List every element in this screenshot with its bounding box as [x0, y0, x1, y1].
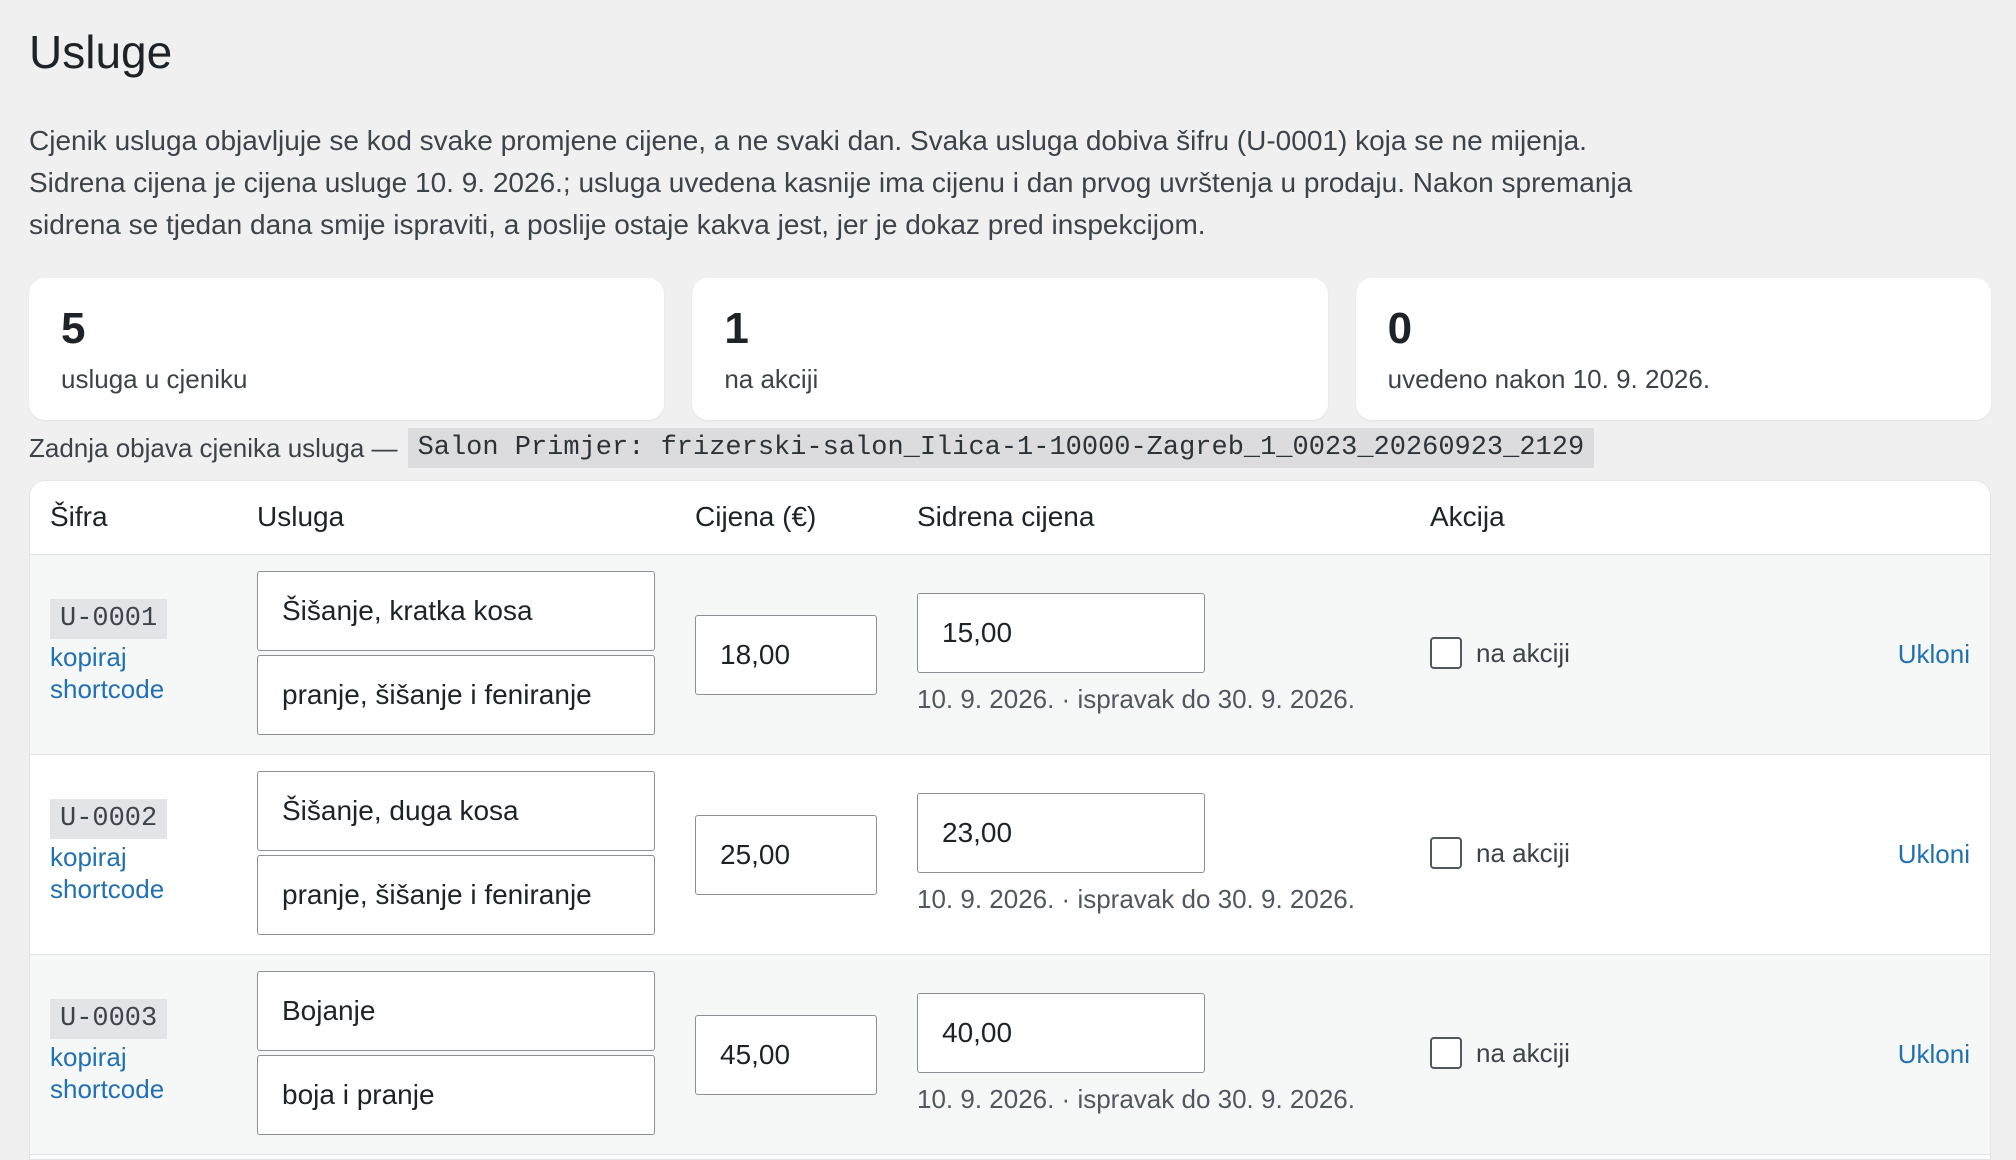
stat-card-promo: 1 na akciji	[692, 278, 1328, 420]
anchor-price-input[interactable]: 15,00	[917, 593, 1205, 673]
service-code: U-0001	[50, 599, 168, 639]
remove-link[interactable]: Ukloni	[1898, 1039, 1970, 1070]
table-row: U-0001 kopiraj shortcode Šišanje, kratka…	[30, 555, 1990, 755]
anchor-price-input[interactable]: 40,00	[917, 993, 1205, 1073]
price-input[interactable]: 45,00	[695, 1015, 877, 1095]
service-description-input[interactable]: boja i pranje	[257, 1055, 655, 1135]
promo-label: na akciji	[1476, 837, 1570, 868]
service-name-input[interactable]: Šišanje, kratka kosa	[257, 571, 655, 651]
column-header-anchor: Sidrena cijena	[917, 501, 1095, 532]
service-name-input[interactable]: Bojanje	[257, 971, 655, 1051]
stat-card-introduced: 0 uvedeno nakon 10. 9. 2026.	[1355, 278, 1991, 420]
copy-shortcode-link[interactable]: kopiraj shortcode	[50, 1041, 200, 1105]
intro-text: Cjenik usluga objavljuje se kod svake pr…	[29, 120, 1729, 246]
promo-toggle[interactable]: na akciji	[1430, 837, 1570, 869]
promo-checkbox[interactable]	[1430, 637, 1462, 669]
page-title: Usluge	[29, 26, 173, 78]
column-header-service: Usluga	[257, 501, 345, 532]
service-description-input[interactable]: pranje, šišanje i feniranje	[257, 655, 655, 735]
anchor-note: 10. 9. 2026. · ispravak do 30. 9. 2026.	[917, 884, 1355, 914]
price-input[interactable]: 25,00	[695, 815, 877, 895]
promo-toggle[interactable]: na akciji	[1430, 1037, 1570, 1069]
stat-label: uvedeno nakon 10. 9. 2026.	[1387, 364, 1711, 394]
stat-label: na akciji	[724, 364, 819, 394]
anchor-note: 10. 9. 2026. · ispravak do 30. 9. 2026.	[917, 1084, 1355, 1114]
remove-link[interactable]: Ukloni	[1898, 839, 1970, 870]
promo-label: na akciji	[1476, 637, 1570, 668]
stat-card-services: 5 usluga u cjeniku	[29, 278, 665, 420]
promo-toggle[interactable]: na akciji	[1430, 637, 1570, 669]
stat-value: 0	[1387, 304, 1413, 353]
last-publication: Zadnja objava cjenika usluga — Salon Pri…	[29, 428, 1595, 468]
stat-value: 5	[61, 304, 86, 353]
last-publication-value: Salon Primjer: frizerski-salon_Ilica-1-1…	[407, 428, 1595, 468]
intro-line: Sidrena cijena je cijena usluge 10. 9. 2…	[29, 167, 1633, 198]
promo-label: na akciji	[1476, 1037, 1570, 1068]
table-header: Šifra Usluga Cijena (€) Sidrena cijena A…	[30, 481, 1990, 555]
anchor-price-input[interactable]: 23,00	[917, 793, 1205, 873]
stat-label: usluga u cjeniku	[61, 364, 248, 394]
service-code: U-0002	[50, 799, 168, 839]
service-name-input[interactable]: Šišanje, duga kosa	[257, 771, 655, 851]
anchor-note: 10. 9. 2026. · ispravak do 30. 9. 2026.	[917, 684, 1355, 714]
remove-link[interactable]: Ukloni	[1898, 639, 1970, 670]
table-row: U-0002 kopiraj shortcode Šišanje, duga k…	[30, 755, 1990, 955]
stat-value: 1	[724, 304, 749, 353]
promo-checkbox[interactable]	[1430, 1037, 1462, 1069]
price-input[interactable]: 18,00	[695, 615, 877, 695]
intro-line: Cjenik usluga objavljuje se kod svake pr…	[29, 125, 1587, 156]
stats-cards: 5 usluga u cjeniku 1 na akciji 0 uvedeno…	[29, 278, 1991, 420]
column-header-code: Šifra	[50, 501, 108, 532]
service-code: U-0003	[50, 999, 168, 1039]
services-table: Šifra Usluga Cijena (€) Sidrena cijena A…	[29, 480, 1991, 1160]
copy-shortcode-link[interactable]: kopiraj shortcode	[50, 841, 200, 905]
intro-line: sidrena se tjedan dana smije ispraviti, …	[29, 209, 1206, 240]
last-publication-label: Zadnja objava cjenika usluga —	[29, 432, 398, 463]
promo-checkbox[interactable]	[1430, 837, 1462, 869]
service-description-input[interactable]: pranje, šišanje i feniranje	[257, 855, 655, 935]
column-header-price: Cijena (€)	[695, 501, 817, 532]
copy-shortcode-link[interactable]: kopiraj shortcode	[50, 641, 200, 705]
column-header-promo: Akcija	[1430, 501, 1505, 532]
table-row: U-0003 kopiraj shortcode Bojanje boja i …	[30, 955, 1990, 1155]
